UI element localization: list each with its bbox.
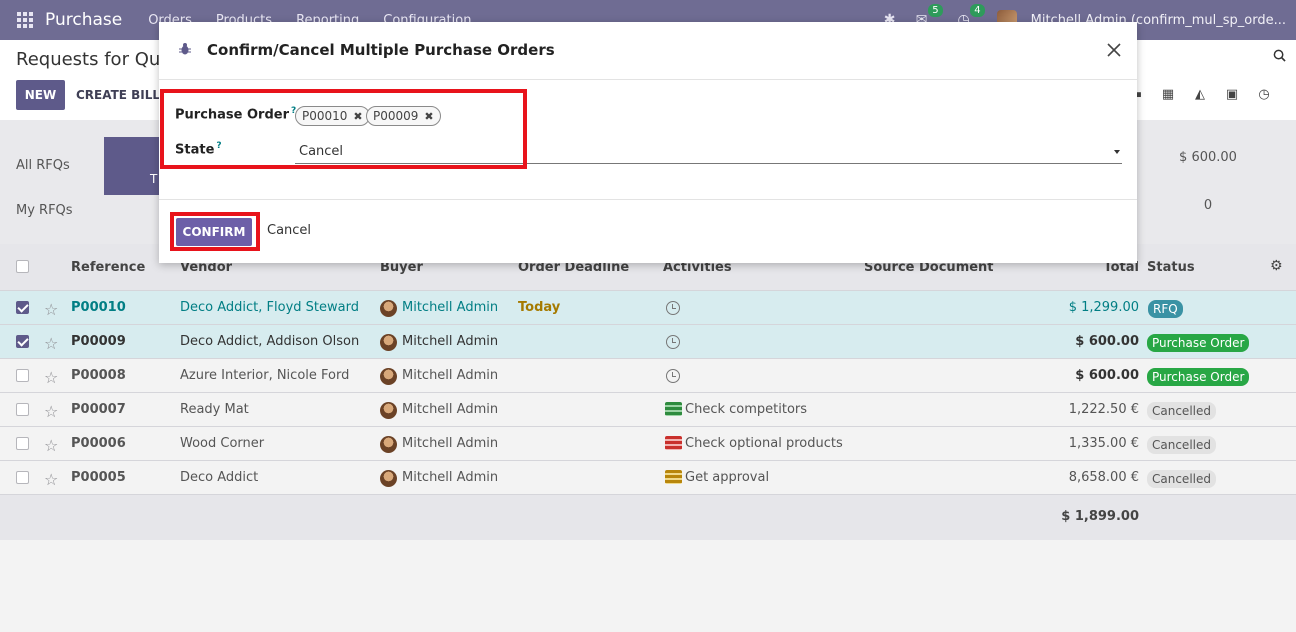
row-total: $ 1,299.00	[1068, 300, 1139, 315]
buyer-avatar	[380, 402, 397, 419]
list-footer: $ 1,899.00	[0, 494, 1296, 540]
star-icon[interactable]: ☆	[44, 368, 58, 387]
activity-todo-icon[interactable]	[665, 402, 682, 416]
star-icon[interactable]: ☆	[44, 470, 58, 489]
buyer-avatar	[380, 300, 397, 317]
buyer-avatar	[380, 470, 397, 487]
row-deadline: Today	[518, 300, 561, 315]
activity-view-icon[interactable]: ◷	[1256, 86, 1272, 102]
row-vendor[interactable]: Deco Addict, Floyd Steward	[180, 300, 359, 315]
dialog-header: Confirm/Cancel Multiple Purchase Orders	[159, 22, 1137, 80]
dashboard-tile[interactable]: T	[104, 137, 164, 195]
all-rfqs-label: All RFQs	[16, 158, 70, 173]
row-buyer[interactable]: Mitchell Admin	[402, 470, 498, 485]
row-checkbox[interactable]	[16, 403, 29, 416]
highlight-box-fields	[160, 89, 527, 169]
star-icon[interactable]: ☆	[44, 402, 58, 421]
select-all-checkbox[interactable]	[16, 260, 29, 273]
activity-todo-icon[interactable]	[665, 470, 682, 484]
row-total: 1,335.00 €	[1068, 436, 1139, 451]
row-reference[interactable]: P00005	[71, 470, 126, 485]
messages-badge: 5	[928, 4, 943, 17]
row-total: $ 600.00	[1075, 368, 1139, 383]
row-reference[interactable]: P00007	[71, 402, 126, 417]
search-icon[interactable]	[1273, 49, 1286, 62]
status-badge: RFQ	[1148, 300, 1183, 318]
status-badge: Purchase Order	[1147, 334, 1250, 352]
row-vendor[interactable]: Azure Interior, Nicole Ford	[180, 368, 349, 383]
cancel-button[interactable]: Cancel	[267, 223, 311, 238]
chevron-down-icon	[1114, 150, 1120, 154]
optional-columns-icon[interactable]: ⚙	[1270, 258, 1283, 274]
row-total: $ 600.00	[1075, 334, 1139, 349]
bug-icon	[179, 43, 191, 55]
row-checkbox[interactable]	[16, 335, 29, 348]
footer-total: $ 1,899.00	[1061, 509, 1139, 524]
new-button[interactable]: NEW	[16, 80, 65, 110]
col-reference[interactable]: Reference	[71, 260, 145, 275]
status-badge: Cancelled	[1147, 436, 1216, 454]
row-reference[interactable]: P00009	[71, 334, 126, 349]
table-row[interactable]: ☆ P00010 Deco Addict, Floyd Steward Mitc…	[0, 290, 1296, 324]
row-buyer[interactable]: Mitchell Admin	[402, 300, 498, 315]
app-name[interactable]: Purchase	[45, 10, 122, 30]
apps-grid-icon[interactable]	[17, 12, 33, 28]
activities-badge: 4	[970, 4, 985, 17]
row-vendor[interactable]: Ready Mat	[180, 402, 249, 417]
dashboard-value-1[interactable]: $ 600.00	[1138, 150, 1278, 165]
star-icon[interactable]: ☆	[44, 334, 58, 353]
table-row[interactable]: ☆ P00006 Wood Corner Mitchell Admin Chec…	[0, 426, 1296, 460]
row-reference[interactable]: P00006	[71, 436, 126, 451]
activity-clock-icon[interactable]	[666, 335, 680, 349]
create-bills-button[interactable]: CREATE BILLS	[76, 80, 169, 110]
calendar-view-icon[interactable]: ▣	[1224, 86, 1240, 102]
page-title: Requests for Quo	[16, 49, 172, 70]
buyer-avatar	[380, 368, 397, 385]
dashboard-value-2[interactable]: 0	[1138, 198, 1278, 213]
confirm-cancel-dialog: Confirm/Cancel Multiple Purchase Orders …	[159, 22, 1137, 263]
pivot-view-icon[interactable]: ▦	[1160, 86, 1176, 102]
row-reference[interactable]: P00010	[71, 300, 126, 315]
purchase-list: Reference Vendor Buyer Order Deadline Ac…	[0, 244, 1296, 540]
view-switcher: ▬ ▦ ◭ ▣ ◷	[1128, 86, 1272, 102]
table-row[interactable]: ☆ P00007 Ready Mat Mitchell Admin Check …	[0, 392, 1296, 426]
row-total: 8,658.00 €	[1068, 470, 1139, 485]
status-badge: Purchase Order	[1147, 368, 1250, 386]
row-buyer[interactable]: Mitchell Admin	[402, 334, 498, 349]
graph-view-icon[interactable]: ◭	[1192, 86, 1208, 102]
dialog-footer: CONFIRM Cancel	[159, 199, 1137, 263]
row-buyer[interactable]: Mitchell Admin	[402, 402, 498, 417]
row-buyer[interactable]: Mitchell Admin	[402, 436, 498, 451]
row-vendor[interactable]: Wood Corner	[180, 436, 264, 451]
highlight-box-confirm	[170, 212, 260, 251]
table-row[interactable]: ☆ P00008 Azure Interior, Nicole Ford Mit…	[0, 358, 1296, 392]
activity-clock-icon[interactable]	[666, 369, 680, 383]
row-vendor[interactable]: Deco Addict, Addison Olson	[180, 334, 359, 349]
row-buyer[interactable]: Mitchell Admin	[402, 368, 498, 383]
activity-clock-icon[interactable]	[666, 301, 680, 315]
row-checkbox[interactable]	[16, 437, 29, 450]
status-badge: Cancelled	[1147, 470, 1216, 488]
row-activity[interactable]: Check optional products	[685, 436, 843, 451]
buyer-avatar	[380, 436, 397, 453]
row-checkbox[interactable]	[16, 471, 29, 484]
row-activity[interactable]: Check competitors	[685, 402, 807, 417]
row-reference[interactable]: P00008	[71, 368, 126, 383]
col-status[interactable]: Status	[1147, 260, 1195, 275]
close-icon[interactable]	[1106, 42, 1122, 58]
status-badge: Cancelled	[1147, 402, 1216, 420]
row-vendor[interactable]: Deco Addict	[180, 470, 258, 485]
table-row[interactable]: ☆ P00005 Deco Addict Mitchell Admin Get …	[0, 460, 1296, 494]
row-total: 1,222.50 €	[1068, 402, 1139, 417]
row-checkbox[interactable]	[16, 369, 29, 382]
table-row[interactable]: ☆ P00009 Deco Addict, Addison Olson Mitc…	[0, 324, 1296, 358]
star-icon[interactable]: ☆	[44, 436, 58, 455]
my-rfqs-label: My RFQs	[16, 203, 73, 218]
row-activity[interactable]: Get approval	[685, 470, 769, 485]
star-icon[interactable]: ☆	[44, 300, 58, 319]
dialog-title: Confirm/Cancel Multiple Purchase Orders	[207, 41, 555, 59]
row-checkbox[interactable]	[16, 301, 29, 314]
buyer-avatar	[380, 334, 397, 351]
activity-todo-icon[interactable]	[665, 436, 682, 450]
